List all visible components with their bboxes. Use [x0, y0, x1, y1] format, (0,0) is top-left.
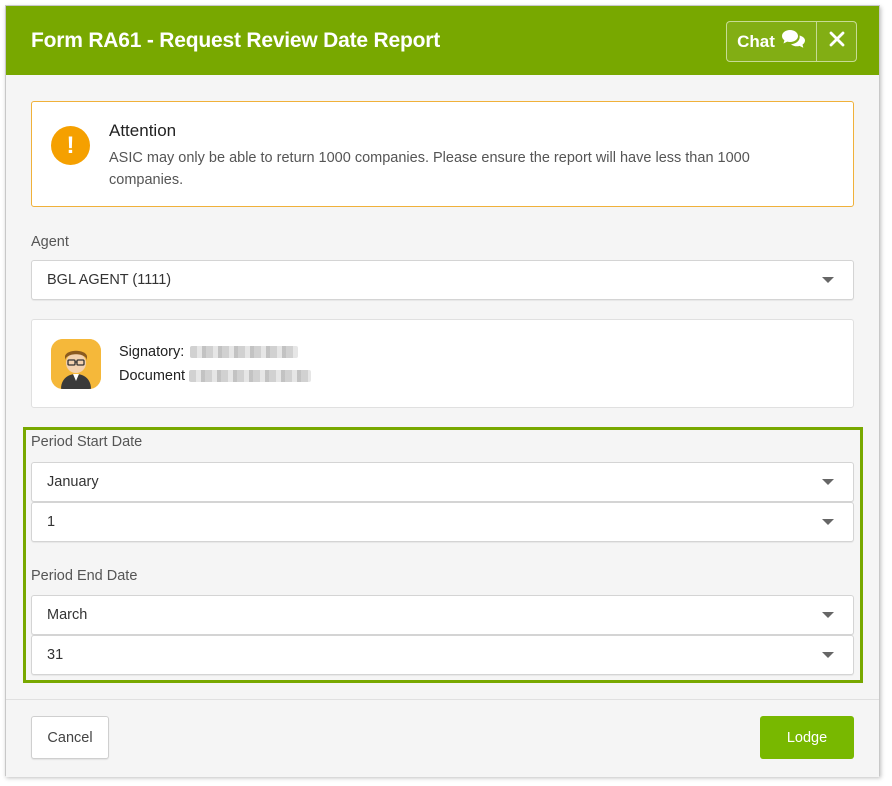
document-line: Document — [119, 368, 312, 384]
period-end-label: Period End Date — [31, 568, 138, 584]
period-end-month-select[interactable]: March — [31, 595, 854, 635]
modal-footer: Cancel Lodge — [6, 699, 879, 777]
modal-title: Form RA61 - Request Review Date Report — [31, 29, 440, 52]
agent-select-value: BGL AGENT (1111) — [47, 272, 172, 288]
signatory-line: Signatory: — [119, 344, 299, 360]
chevron-down-icon — [822, 479, 834, 485]
attention-alert: ! Attention ASIC may only be able to ret… — [31, 101, 854, 207]
avatar — [51, 339, 101, 389]
period-start-day-select[interactable]: 1 — [31, 502, 854, 542]
period-start-month-value: January — [47, 474, 99, 490]
exclamation-icon: ! — [51, 126, 90, 165]
modal-header: Form RA61 - Request Review Date Report C… — [6, 6, 879, 75]
header-button-group: Chat — [726, 21, 857, 62]
period-start-day-value: 1 — [47, 514, 56, 530]
signatory-card: Signatory: Document — [31, 319, 854, 408]
chevron-down-icon — [822, 277, 834, 283]
chevron-down-icon — [822, 652, 834, 658]
period-end-day-value: 31 — [47, 647, 64, 663]
chat-button-label: Chat — [737, 31, 775, 51]
chevron-down-icon — [822, 519, 834, 525]
redacted-signatory-name — [190, 346, 299, 358]
lodge-button[interactable]: Lodge — [760, 716, 854, 759]
period-end-month-value: March — [47, 607, 88, 623]
cancel-button[interactable]: Cancel — [31, 716, 109, 759]
period-start-label: Period Start Date — [31, 434, 143, 450]
chat-bubbles-icon — [781, 29, 806, 54]
chevron-down-icon — [822, 612, 834, 618]
agent-select[interactable]: BGL AGENT (1111) — [31, 260, 854, 300]
chat-button[interactable]: Chat — [727, 22, 817, 61]
alert-title: Attention — [109, 121, 177, 140]
request-review-date-dialog: Form RA61 - Request Review Date Report C… — [5, 5, 880, 777]
redacted-document-value — [189, 370, 312, 382]
period-end-day-select[interactable]: 31 — [31, 635, 854, 675]
document-label: Document — [119, 368, 186, 384]
alert-message: ASIC may only be able to return 1000 com… — [109, 150, 750, 188]
close-icon — [829, 31, 845, 52]
signatory-label: Signatory: — [119, 344, 185, 360]
period-start-month-select[interactable]: January — [31, 462, 854, 502]
close-button[interactable] — [817, 22, 856, 61]
agent-label: Agent — [31, 234, 69, 250]
